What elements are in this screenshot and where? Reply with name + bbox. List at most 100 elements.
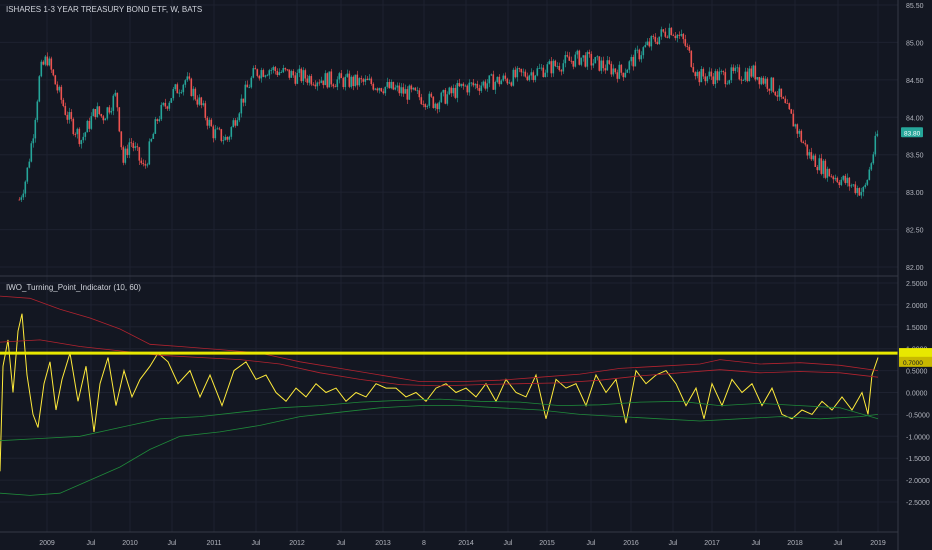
x-tick-label: 2015 <box>539 540 555 547</box>
candle-body <box>200 97 203 106</box>
candle-body <box>158 119 161 122</box>
candle-body <box>842 175 845 180</box>
candle-body <box>796 124 799 134</box>
indicator-y-tick-label: 0.0000 <box>906 391 928 398</box>
candle-body <box>600 60 603 71</box>
candle-body <box>226 136 229 140</box>
candle-body <box>598 56 601 71</box>
threshold-value-tag <box>899 348 932 359</box>
candle-body <box>228 136 231 140</box>
candle-body <box>178 92 181 94</box>
candle-body <box>816 166 819 171</box>
candle-body <box>642 47 645 56</box>
candle-body <box>532 72 535 81</box>
candle-body <box>18 199 21 201</box>
candle-body <box>818 158 821 171</box>
candle-body <box>488 75 491 84</box>
candle-body <box>430 93 433 97</box>
candle-body <box>44 56 47 65</box>
candle-body <box>578 50 581 65</box>
candle-body <box>704 76 707 82</box>
candle-body <box>536 68 539 76</box>
candle-body <box>260 70 263 79</box>
candle-body <box>382 91 385 94</box>
candle-body <box>778 88 781 97</box>
candle-body <box>412 87 415 90</box>
candle-body <box>494 81 497 90</box>
candle-body <box>814 155 817 167</box>
candle-body <box>544 72 547 78</box>
candle-body <box>498 76 501 85</box>
candle-body <box>138 147 141 161</box>
candle-body <box>652 36 655 37</box>
candle-body <box>132 143 135 149</box>
candle-body <box>870 163 873 170</box>
candle-body <box>336 79 339 87</box>
candle-body <box>566 55 569 57</box>
indicator-y-tick-label: -1.5000 <box>906 456 930 463</box>
candle-body <box>628 61 631 70</box>
candle-body <box>92 109 95 117</box>
candle-body <box>590 53 593 66</box>
candle-body <box>328 71 331 88</box>
candle-body <box>800 130 803 142</box>
candle-body <box>282 67 285 73</box>
candle-body <box>188 76 191 79</box>
candle-body <box>846 177 849 183</box>
candle-body <box>298 68 301 73</box>
candle-body <box>182 84 185 93</box>
candle-body <box>202 103 205 106</box>
candle-body <box>838 182 841 186</box>
candle-body <box>508 82 511 84</box>
candle-body <box>474 83 477 86</box>
candle-body <box>146 164 149 166</box>
candle-body <box>580 57 583 65</box>
candle-body <box>468 82 471 93</box>
candle-body <box>822 160 825 174</box>
candle-body <box>726 83 729 85</box>
candle-body <box>584 55 587 67</box>
candle-body <box>596 56 599 58</box>
candle-body <box>828 168 831 177</box>
candle-body <box>722 71 725 73</box>
candle-body <box>374 88 377 90</box>
indicator-y-tick-label: -1.0000 <box>906 434 930 441</box>
candle-body <box>850 185 853 187</box>
candle-body <box>626 69 629 73</box>
candle-body <box>762 77 765 84</box>
candle-body <box>278 72 281 76</box>
candle-body <box>116 92 119 108</box>
chart-canvas: 2009 Jul 2010 Jul 2011 Jul 2012 Jul 2013 8 2014 Jul… <box>0 0 932 550</box>
candle-body <box>606 60 609 71</box>
candle-body <box>812 155 815 160</box>
price-y-tick-label: 82.00 <box>906 265 924 272</box>
candle-body <box>410 85 413 90</box>
candle-body <box>76 128 79 135</box>
candle-body <box>82 136 85 141</box>
candle-body <box>464 85 467 87</box>
candle-body <box>400 87 403 94</box>
x-tick-label: 8 <box>422 540 426 547</box>
candle-body <box>238 113 241 121</box>
candle-body <box>86 120 89 133</box>
candle-body <box>110 110 113 113</box>
candle-body <box>858 188 861 196</box>
candle-body <box>214 129 217 139</box>
candle-body <box>52 69 55 76</box>
candle-body <box>152 133 155 139</box>
candle-body <box>576 50 579 55</box>
candle-body <box>684 39 687 46</box>
candle-body <box>780 88 783 98</box>
candle-body <box>316 82 319 87</box>
candle-body <box>414 87 417 91</box>
candle-body <box>690 50 693 67</box>
candle-body <box>790 109 793 114</box>
candle-body <box>450 87 453 94</box>
candle-body <box>624 72 627 78</box>
candle-body <box>774 91 777 96</box>
candle-body <box>620 64 623 73</box>
candle-body <box>768 88 771 91</box>
candle-body <box>186 76 189 81</box>
candle-body <box>526 76 529 81</box>
candle-body <box>528 75 531 81</box>
